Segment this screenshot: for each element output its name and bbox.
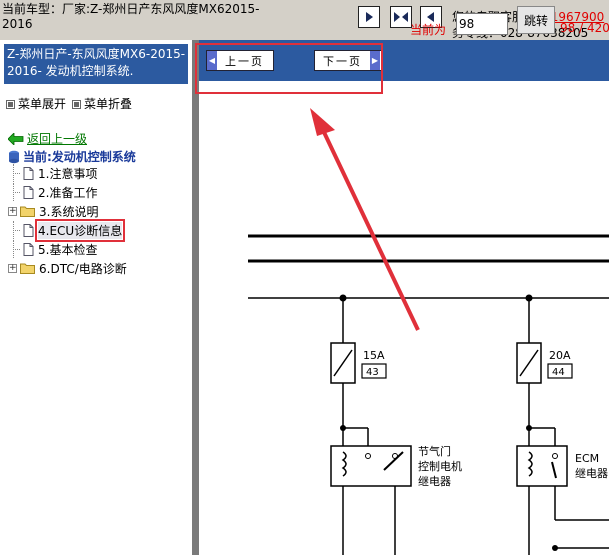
fuse1-rating: 15A xyxy=(363,349,385,362)
page-number-input[interactable] xyxy=(456,13,508,35)
double-arrow-icon[interactable] xyxy=(390,6,412,28)
document-icon xyxy=(23,166,34,180)
vehicle-model-text: 当前车型：厂家:Z-郑州日产东风风度MX62015- 2016 xyxy=(2,2,302,32)
tree-item-label: 6.DTC/电路诊断 xyxy=(39,261,127,276)
fuse2-rating: 20A xyxy=(549,349,571,362)
folder-icon xyxy=(20,206,35,217)
document-icon xyxy=(23,223,34,237)
wiring-diagram: 15A 43 节气门 控制电机 继电器 20A 44 ECM 继电器 xyxy=(248,108,609,555)
tree-item-label: 1.注意事项 xyxy=(38,166,98,181)
relay1-label-line2: 控制电机 xyxy=(418,459,462,473)
arrow-right-icon[interactable] xyxy=(358,6,380,28)
annotation-arrow-head xyxy=(310,108,335,136)
current-section: 当前:发动机控制系统 xyxy=(8,148,136,165)
panel-splitter[interactable] xyxy=(192,40,199,555)
database-icon xyxy=(9,150,19,163)
menu-toggle-row: 菜单展开 菜单折叠 xyxy=(6,95,132,112)
annotation-arrow-shaft xyxy=(320,127,420,331)
relay1-label-line1: 节气门 xyxy=(418,444,451,458)
relay1-label-line3: 继电器 xyxy=(418,475,451,488)
tree-item-system-description[interactable]: + 3.系统说明 xyxy=(8,202,98,220)
expand-plus-icon[interactable]: + xyxy=(8,206,17,216)
square-icon xyxy=(72,100,82,109)
sidebar-title-text: Z-郑州日产-东风风度MX6-2015-2016- 发动机控制系统. xyxy=(7,47,186,78)
current-page-label: 当前为 xyxy=(410,23,447,37)
vehicle-model-line1: 当前车型：厂家:Z-郑州日产东风风度MX62015- xyxy=(2,2,260,16)
tree-item-label-selected: 4.ECU诊断信息 xyxy=(34,218,126,242)
tree-item-preparation[interactable]: 2.准备工作 xyxy=(8,183,97,201)
document-icon xyxy=(23,242,34,256)
menu-expand-button[interactable]: 菜单展开 xyxy=(6,95,66,112)
fuse2-number: 44 xyxy=(552,367,565,378)
tree-item-basic-inspection[interactable]: 5.基本检查 xyxy=(8,240,97,258)
current-section-label: 当前:发动机控制系统 xyxy=(23,150,136,164)
page-total: 98 / 420 xyxy=(560,21,609,35)
sidebar-title: Z-郑州日产-东风风度MX6-2015-2016- 发动机控制系统. xyxy=(4,44,188,84)
tree-item-ecu-diagnosis[interactable]: 4.ECU诊断信息 xyxy=(8,218,126,242)
tree-item-dtc-circuit[interactable]: + 6.DTC/电路诊断 xyxy=(8,259,127,277)
expand-plus-icon[interactable]: + xyxy=(8,263,17,273)
back-row: 返回上一级 xyxy=(8,130,87,147)
relay2-label-line2: 继电器 xyxy=(575,467,608,480)
tree-item-notes[interactable]: 1.注意事项 xyxy=(8,164,97,182)
folder-icon xyxy=(20,263,35,274)
menu-collapse-button[interactable]: 菜单折叠 xyxy=(72,95,132,112)
left-navigation-panel: Z-郑州日产-东风风度MX6-2015-2016- 发动机控制系统. 菜单展开 … xyxy=(0,40,192,555)
jump-button[interactable]: 跳转 xyxy=(517,6,555,34)
fuse1-number: 43 xyxy=(366,367,379,378)
vehicle-model-line2: 2016 xyxy=(2,17,33,31)
square-icon xyxy=(6,100,15,109)
tree-item-label: 2.准备工作 xyxy=(38,185,98,200)
tree-item-label: 3.系统说明 xyxy=(39,204,99,219)
back-arrow-icon xyxy=(8,132,24,145)
back-link[interactable]: 返回上一级 xyxy=(27,130,87,147)
tree-item-label: 5.基本检查 xyxy=(38,242,98,257)
relay2-label-line1: ECM xyxy=(575,452,599,465)
document-icon xyxy=(23,185,34,199)
